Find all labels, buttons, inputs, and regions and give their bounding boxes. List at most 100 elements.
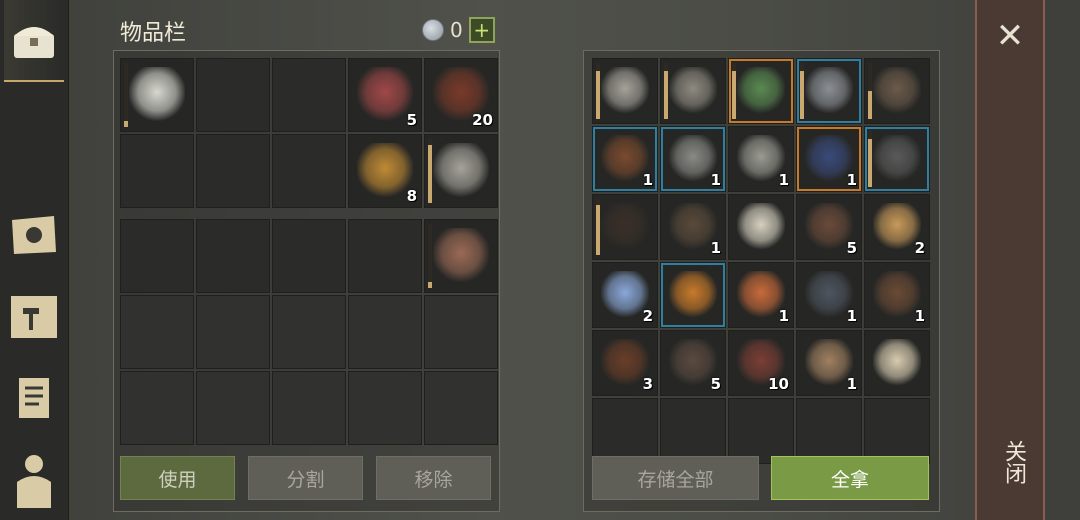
item-slot-trident[interactable]: [796, 58, 862, 124]
item-slot-leather[interactable]: 3: [592, 330, 658, 396]
screen-edge: [1045, 0, 1080, 520]
empty-slot[interactable]: [348, 219, 422, 293]
item-slot-rope-bundle[interactable]: 10: [728, 330, 794, 396]
item-slot-berry-soup[interactable]: 5: [348, 58, 422, 132]
item-slot-helmet[interactable]: [864, 126, 930, 192]
item-slot-scimitar[interactable]: [120, 58, 194, 132]
empty-slot[interactable]: [728, 398, 794, 464]
empty-slot[interactable]: [348, 371, 422, 445]
item-slot-lasso[interactable]: 1: [796, 330, 862, 396]
dagger-icon: [433, 228, 489, 284]
item-slot-tome[interactable]: [660, 262, 726, 328]
stew-icon: [357, 143, 413, 199]
item-slot-pliers[interactable]: 1: [728, 126, 794, 192]
hammer-icon: [11, 296, 57, 338]
character-tab[interactable]: [4, 450, 64, 510]
item-slot-seeds[interactable]: 2: [864, 194, 930, 260]
durability-bar: [800, 63, 804, 119]
item-slot-steak[interactable]: 20: [424, 58, 498, 132]
scimitar-icon: [129, 67, 185, 123]
item-slot-halberd[interactable]: [660, 58, 726, 124]
empty-slot[interactable]: [120, 371, 194, 445]
durability-bar: [428, 224, 432, 288]
take-all-button[interactable]: 全拿: [771, 456, 929, 500]
inventory-grid: 5 20 8: [120, 58, 498, 208]
empty-slot[interactable]: [120, 134, 194, 208]
item-slot-millstone[interactable]: 1: [660, 126, 726, 192]
empty-slot[interactable]: [196, 371, 270, 445]
chest-tab[interactable]: [4, 0, 64, 82]
add-currency-button[interactable]: +: [468, 17, 495, 43]
item-slot-pants[interactable]: [592, 194, 658, 260]
item-slot-sword[interactable]: [592, 58, 658, 124]
empty-slot[interactable]: [660, 398, 726, 464]
item-slot-scroll[interactable]: [864, 330, 930, 396]
sun-book-tab[interactable]: [4, 205, 64, 265]
item-slot-sword[interactable]: [424, 134, 498, 208]
empty-slot[interactable]: [864, 398, 930, 464]
item-quantity: 2: [642, 307, 653, 325]
item-slot-chain[interactable]: 5: [660, 330, 726, 396]
empty-slot[interactable]: [272, 134, 346, 208]
inventory-empty-grid: [120, 295, 498, 445]
mace-icon: [873, 67, 921, 115]
item-quantity: 5: [710, 375, 721, 393]
item-slot-stew[interactable]: 8: [348, 134, 422, 208]
tome-icon: [669, 271, 717, 319]
item-slot-hourglass[interactable]: 1: [728, 262, 794, 328]
blueprint-icon: [737, 203, 785, 251]
empty-slot[interactable]: [196, 134, 270, 208]
scroll-tab[interactable]: [4, 368, 64, 428]
item-slot-trap[interactable]: 1: [660, 194, 726, 260]
empty-slot[interactable]: [424, 371, 498, 445]
item-slot-collar[interactable]: 1: [592, 126, 658, 192]
remove-button[interactable]: 移除: [376, 456, 491, 500]
item-slot-crystal[interactable]: 2: [592, 262, 658, 328]
item-slot-jade-sword[interactable]: [728, 58, 794, 124]
durability-bar: [868, 63, 872, 119]
durability-bar: [868, 131, 872, 187]
item-slot-mace[interactable]: [864, 58, 930, 124]
empty-slot[interactable]: [272, 371, 346, 445]
item-quantity: 1: [846, 171, 857, 189]
side-nav: [0, 0, 69, 520]
helmet-icon: [873, 135, 921, 183]
item-quantity: 5: [406, 111, 417, 129]
item-slot-nails[interactable]: 5: [796, 194, 862, 260]
close-panel[interactable]: ✕ 关闭: [975, 0, 1045, 520]
item-slot-gears[interactable]: 1: [796, 262, 862, 328]
split-button[interactable]: 分割: [248, 456, 363, 500]
item-slot-bottle[interactable]: 1: [864, 262, 930, 328]
item-slot-dagger[interactable]: [424, 219, 498, 293]
sun-book-icon: [12, 216, 56, 254]
empty-slot[interactable]: [348, 295, 422, 369]
currency: 0 +: [422, 17, 495, 43]
durability-bar: [596, 63, 600, 119]
empty-slot[interactable]: [272, 219, 346, 293]
empty-slot[interactable]: [196, 295, 270, 369]
quick-slot-grid: [120, 219, 498, 293]
item-slot-blueprint[interactable]: [728, 194, 794, 260]
empty-slot[interactable]: [196, 219, 270, 293]
use-button[interactable]: 使用: [120, 456, 235, 500]
empty-slot[interactable]: [272, 295, 346, 369]
item-quantity: 1: [710, 171, 721, 189]
empty-slot[interactable]: [592, 398, 658, 464]
close-icon[interactable]: ✕: [977, 16, 1043, 56]
crafting-tab[interactable]: [4, 287, 64, 347]
item-quantity: 1: [846, 375, 857, 393]
durability-bar: [124, 63, 128, 127]
empty-slot[interactable]: [272, 58, 346, 132]
item-quantity: 1: [710, 239, 721, 257]
item-quantity: 20: [472, 111, 493, 129]
item-slot-egg[interactable]: 1: [796, 126, 862, 192]
sword-icon: [601, 67, 649, 115]
empty-slot[interactable]: [120, 219, 194, 293]
empty-slot[interactable]: [796, 398, 862, 464]
empty-slot[interactable]: [120, 295, 194, 369]
empty-slot[interactable]: [424, 295, 498, 369]
store-all-button[interactable]: 存储全部: [592, 456, 759, 500]
empty-slot[interactable]: [196, 58, 270, 132]
item-quantity: 1: [642, 171, 653, 189]
scroll-icon: [19, 378, 49, 418]
